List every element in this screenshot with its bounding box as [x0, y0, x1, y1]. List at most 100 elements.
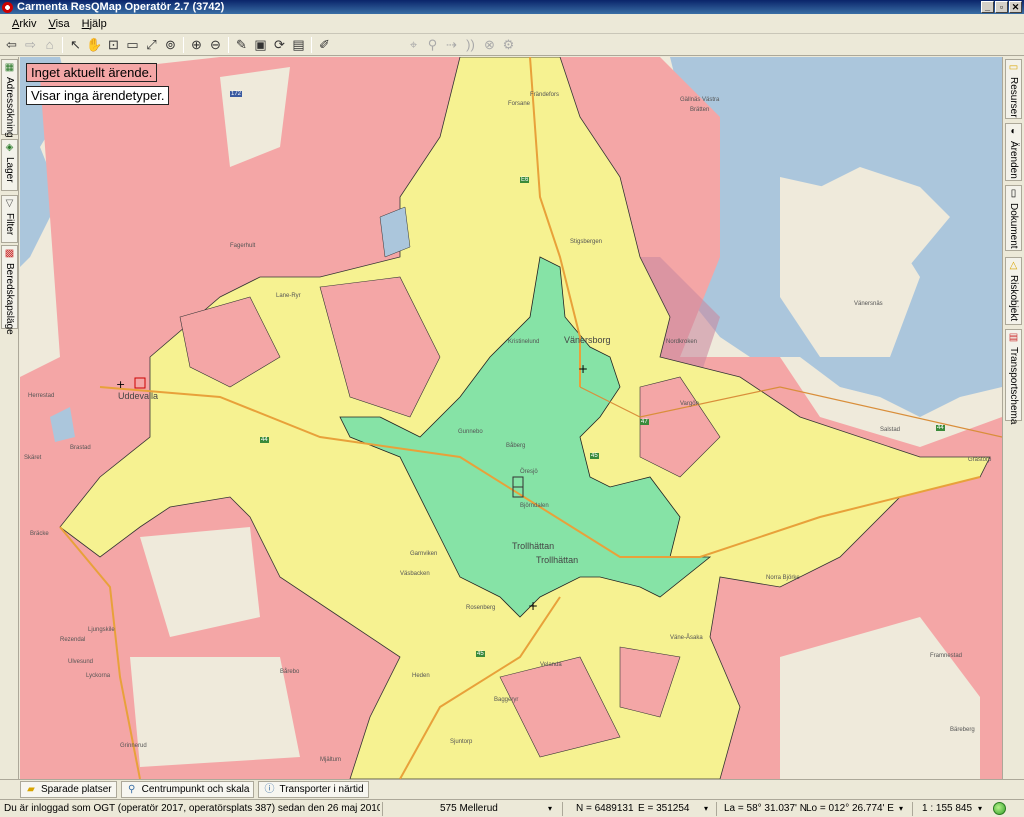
place-label: Uddevalla — [118, 391, 159, 401]
tab-riskobjekt[interactable]: △ Riskobjekt — [1005, 257, 1022, 325]
connection-status-icon — [993, 802, 1006, 815]
status-bar: Du är inloggad som OGT (operatör 2017, o… — [0, 799, 1024, 817]
menu-bar: Arkiv Visa Hjälp — [0, 14, 1024, 34]
login-status: Du är inloggad som OGT (operatör 2017, o… — [4, 803, 380, 814]
place-label: Kristinelund — [508, 339, 540, 345]
restore-button[interactable]: ▫ — [995, 1, 1008, 13]
tab-label: Filter — [4, 213, 15, 236]
back-icon[interactable]: ⇦ — [2, 36, 21, 54]
tab-resurser[interactable]: ▭ Resurser — [1005, 59, 1022, 119]
scale-dropdown-icon[interactable]: ▾ — [978, 801, 988, 816]
tab-dokument[interactable]: ▯ Dokument — [1005, 185, 1022, 251]
svg-text:+: + — [116, 378, 125, 391]
place-label: Velanda — [540, 662, 562, 668]
scale-value: 1 : 155 845 — [922, 803, 973, 814]
east-coordinate: E = 351254 — [638, 803, 690, 814]
place-label: Bårebo — [280, 669, 300, 675]
pan-hand-icon[interactable]: ✋ — [85, 36, 104, 54]
title-bar: Carmenta ResQMap Operatör 2.7 (3742) _ ▫… — [0, 0, 1024, 14]
place-label: Norra Björke — [766, 575, 800, 581]
place-label: Ulvesund — [68, 659, 94, 665]
place-label: Baggeryr — [494, 697, 519, 703]
tab-sparade-platser[interactable]: ▰ Sparade platser — [20, 781, 117, 798]
tab-label: Adressökning — [4, 77, 15, 138]
route-icon[interactable]: ⇢ — [442, 36, 461, 54]
tab-filter[interactable]: ▽ Filter — [1, 195, 18, 243]
place-label: Heden — [412, 673, 430, 679]
road-sign: 44 — [260, 437, 269, 443]
left-tab-strip: ▦ Adressökning ◈ Lager ▽ Filter ▩ Bereds… — [0, 57, 19, 779]
draw-icon[interactable]: ✎ — [232, 36, 251, 54]
place-label: Gällnäs Västra — [680, 97, 720, 103]
forward-icon[interactable]: ⇨ — [21, 36, 40, 54]
filter-icon: ▽ — [5, 198, 14, 209]
map-window-icon[interactable]: ▤ — [289, 36, 308, 54]
place-label: Väne-Åsaka — [670, 635, 703, 641]
tab-lager[interactable]: ◈ Lager — [1, 139, 18, 191]
tab-label: Dokument — [1008, 203, 1019, 249]
layers-icon: ◈ — [5, 142, 14, 153]
info-icon: ⓘ — [264, 783, 275, 795]
pointer-icon[interactable]: ↖ — [66, 36, 85, 54]
place-label: Trollhättan — [536, 555, 579, 565]
gps-center-icon[interactable]: ⌖ — [404, 36, 423, 54]
tab-label: Centrumpunkt och skala — [141, 784, 250, 795]
menu-hjalp[interactable]: Hjälp — [76, 18, 113, 30]
readiness-icon: ▩ — [4, 248, 15, 259]
measure-icon[interactable]: ▭ — [123, 36, 142, 54]
close-button[interactable]: ✕ — [1009, 1, 1022, 13]
zoom-out-icon[interactable]: ⊖ — [206, 36, 225, 54]
track-icon[interactable]: ⚲ — [423, 36, 442, 54]
place-label: Rosenberg — [466, 605, 496, 611]
tab-transportschema[interactable]: ▤ Transportschema — [1005, 329, 1022, 425]
home-icon[interactable]: ⌂ — [40, 36, 59, 54]
search-unit-icon[interactable]: ⊗ — [480, 36, 499, 54]
tab-label: Resurser — [1008, 77, 1019, 118]
place-label: Rezendal — [60, 637, 86, 643]
document-icon: ▯ — [1010, 188, 1017, 199]
minimize-button[interactable]: _ — [981, 1, 994, 13]
eraser-icon[interactable]: ✐ — [315, 36, 334, 54]
schedule-icon: ▤ — [1008, 332, 1019, 343]
locate-icon[interactable]: ⊚ — [161, 36, 180, 54]
menu-arkiv[interactable]: Arkiv — [6, 18, 42, 30]
place-label: Nordkroken — [666, 339, 698, 345]
no-current-case-message: Inget aktuellt ärende. — [26, 63, 158, 82]
tab-arenden[interactable]: ◐ Ärenden — [1005, 123, 1022, 181]
map-canvas[interactable]: + + + Uddevalla Trollhättan Trollhättan … — [20, 57, 1002, 779]
zoom-box-icon[interactable]: ⊡ — [104, 36, 123, 54]
place-label: Sjuntorp — [450, 739, 473, 745]
coordinate-dropdown-icon[interactable]: ▾ — [704, 801, 714, 816]
place-label: Frändefors — [530, 92, 560, 98]
latlon-dropdown-icon[interactable]: ▾ — [899, 801, 909, 816]
radio-icon[interactable]: )) — [461, 36, 480, 54]
road-sign: 45 — [476, 651, 485, 657]
tab-transporter-i-nartid[interactable]: ⓘ Transporter i närtid — [258, 781, 369, 798]
place-label: Brätten — [690, 107, 710, 113]
tab-adressokning[interactable]: ▦ Adressökning — [1, 59, 18, 138]
settings-unit-icon[interactable]: ⚙ — [499, 36, 518, 54]
place-label: Forsane — [508, 101, 531, 107]
tab-label: Transportschema — [1008, 347, 1019, 425]
road-sign: 45 — [590, 453, 599, 459]
area-dropdown-icon[interactable]: ▾ — [548, 801, 558, 816]
tab-label: Lager — [4, 157, 15, 183]
menu-visa[interactable]: Visa — [42, 18, 75, 30]
north-coordinate: N = 6489131 — [576, 803, 634, 814]
place-label: Gunnebo — [458, 429, 483, 435]
refresh-map-icon[interactable]: ⟳ — [270, 36, 289, 54]
measure-area-icon[interactable]: ⤢ — [142, 36, 161, 54]
station-marker: + — [578, 362, 588, 376]
place-label: Bräcke — [30, 531, 49, 537]
resources-icon: ▭ — [1008, 62, 1019, 73]
tab-centrumpunkt-och-skala[interactable]: ⚲ Centrumpunkt och skala — [120, 781, 255, 798]
place-label: Trollhättan — [512, 541, 555, 551]
tab-beredskapslage[interactable]: ▩ Beredskapsläge — [1, 245, 18, 335]
right-tab-strip: ▭ Resurser ◐ Ärenden ▯ Dokument △ Riskob… — [1002, 57, 1024, 779]
place-label: Båberg — [506, 443, 526, 449]
place-label: Vargön — [680, 401, 699, 407]
zoom-in-icon[interactable]: ⊕ — [187, 36, 206, 54]
toolbar-separator — [228, 36, 229, 53]
view-extent-icon[interactable]: ▣ — [251, 36, 270, 54]
search-map-icon: ▦ — [4, 62, 15, 73]
